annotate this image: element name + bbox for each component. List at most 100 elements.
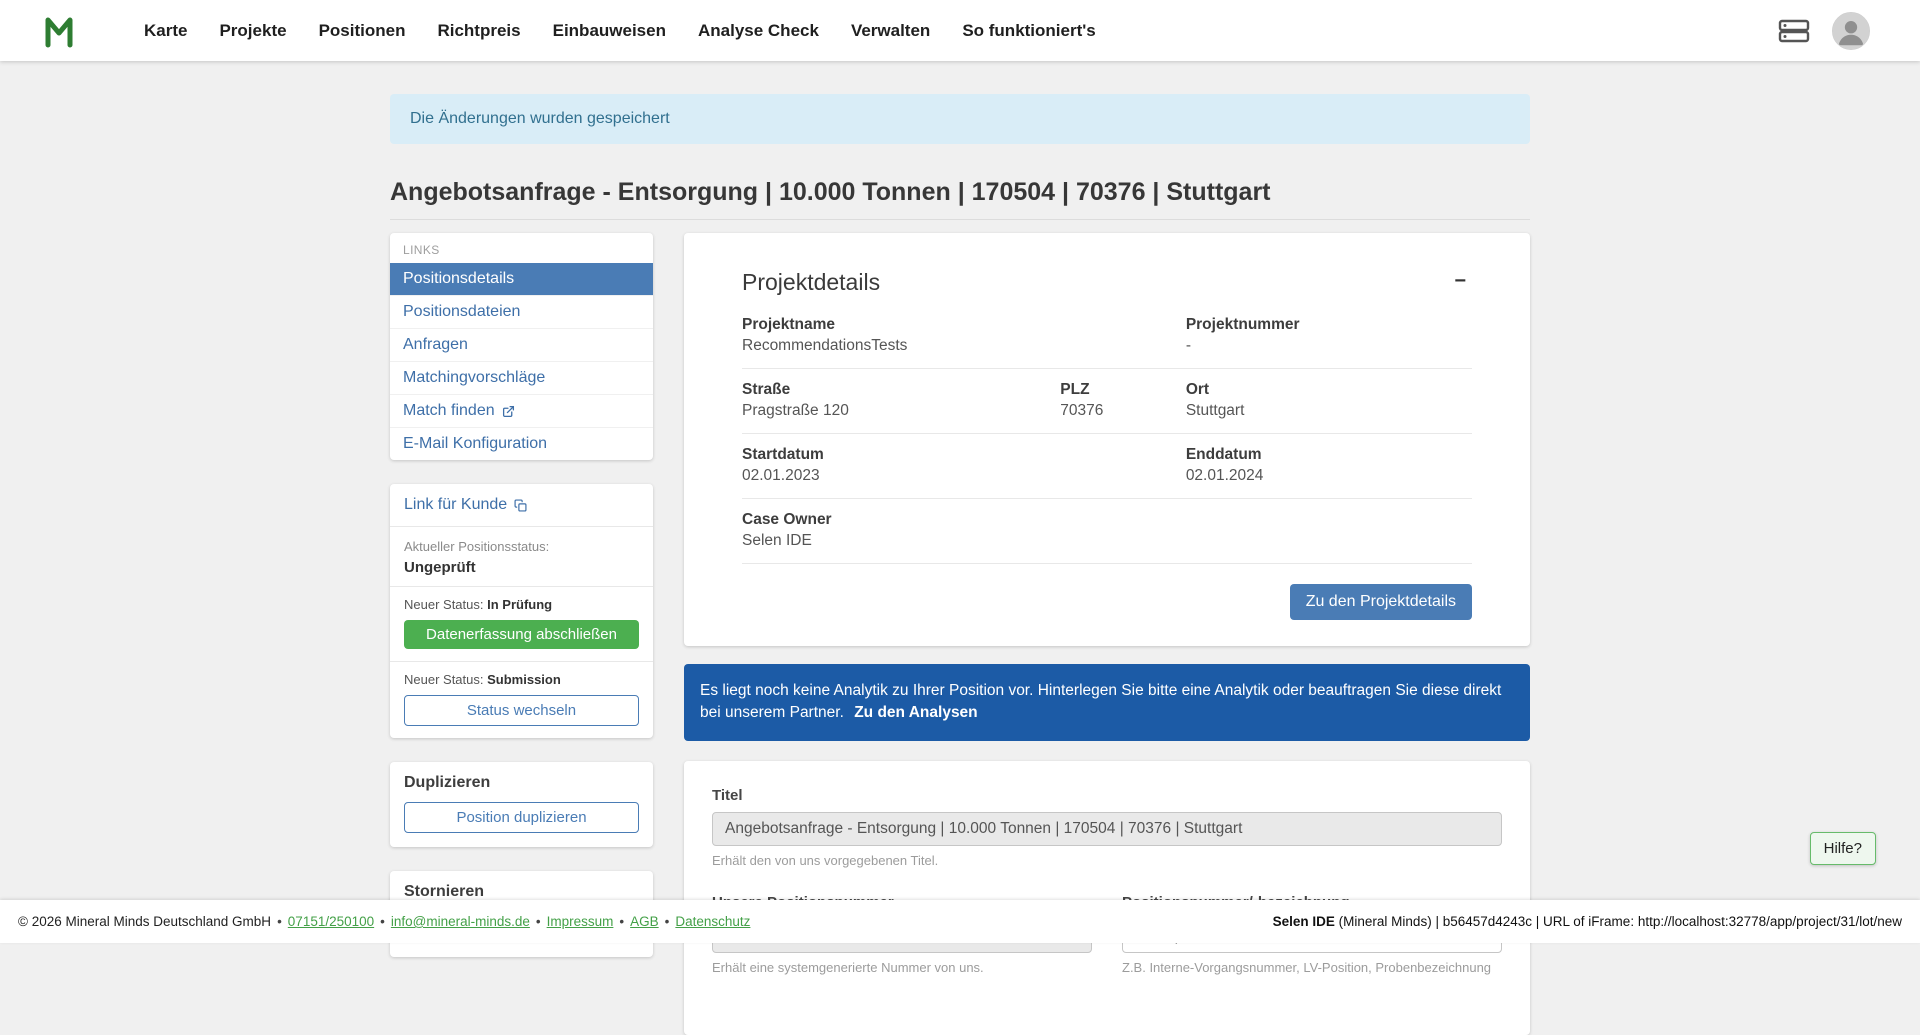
sidebar-item-matchingvorschlaege[interactable]: Matchingvorschläge bbox=[390, 361, 653, 394]
new-status-2-line: Neuer Status: Submission bbox=[404, 672, 639, 687]
startdatum-value: 02.01.2023 bbox=[742, 467, 1186, 485]
project-row-dates: Startdatum 02.01.2023 Enddatum 02.01.202… bbox=[742, 434, 1472, 499]
server-icon[interactable] bbox=[1778, 18, 1810, 44]
analytics-banner: Es liegt noch keine Analytik zu Ihrer Po… bbox=[684, 664, 1530, 741]
saved-alert-text: Die Änderungen wurden gespeichert bbox=[410, 110, 670, 127]
page-title: Angebotsanfrage - Entsorgung | 10.000 To… bbox=[390, 178, 1530, 207]
footer-email-link[interactable]: info@mineral-minds.de bbox=[391, 914, 530, 929]
new-status-prefix: Neuer Status: bbox=[404, 597, 484, 612]
sidebar-item-label: Matchingvorschläge bbox=[403, 369, 545, 387]
strasse-value: Pragstraße 120 bbox=[742, 402, 1060, 420]
current-status-label: Aktueller Positionsstatus: bbox=[404, 539, 639, 554]
new-status-prefix: Neuer Status: bbox=[404, 672, 484, 687]
current-status-block: Aktueller Positionsstatus: Ungeprüft bbox=[390, 527, 653, 587]
project-details-button[interactable]: Zu den Projektdetails bbox=[1290, 584, 1472, 620]
plz-label: PLZ bbox=[1060, 381, 1186, 399]
navbar-right bbox=[1778, 12, 1920, 50]
sidebar-item-positionsdateien[interactable]: Positionsdateien bbox=[390, 295, 653, 328]
projektname-label: Projektname bbox=[742, 316, 1186, 334]
nav-item-projekte[interactable]: Projekte bbox=[203, 13, 302, 49]
nav-item-so-funktionierts[interactable]: So funktioniert's bbox=[946, 13, 1111, 49]
switch-status-button[interactable]: Status wechseln bbox=[404, 695, 639, 726]
links-header: LINKS bbox=[390, 233, 653, 263]
current-status-value: Ungeprüft bbox=[404, 559, 639, 576]
footer-separator: • bbox=[536, 914, 541, 929]
user-avatar[interactable] bbox=[1832, 12, 1870, 50]
footer-separator: • bbox=[380, 914, 385, 929]
footer-impressum-link[interactable]: Impressum bbox=[547, 914, 614, 929]
project-details-card: Projektdetails − Projektname Recommendat… bbox=[684, 233, 1530, 646]
new-status-1-line: Neuer Status: In Prüfung bbox=[404, 597, 639, 612]
new-status-2-block: Neuer Status: Submission Status wechseln bbox=[390, 661, 653, 738]
footer-agb-link[interactable]: AGB bbox=[630, 914, 659, 929]
sidebar: LINKS Positionsdetails Positionsdateien … bbox=[390, 233, 653, 981]
footer-phone-link[interactable]: 07151/250100 bbox=[288, 914, 374, 929]
help-button[interactable]: Hilfe? bbox=[1810, 832, 1876, 865]
plz-value: 70376 bbox=[1060, 402, 1186, 420]
ort-value: Stuttgart bbox=[1186, 402, 1472, 420]
status-card: Link für Kunde Aktueller Positionsstatus… bbox=[390, 484, 653, 738]
duplicate-card: Duplizieren Position duplizieren bbox=[390, 762, 653, 847]
titel-help: Erhält den von uns vorgegebenen Titel. bbox=[712, 853, 1502, 868]
footer-separator: • bbox=[665, 914, 670, 929]
customer-link-label: Link für Kunde bbox=[404, 496, 507, 514]
new-status-1-value: In Prüfung bbox=[487, 597, 552, 612]
projektname-value: RecommendationsTests bbox=[742, 337, 1186, 355]
title-divider bbox=[390, 219, 1530, 220]
project-row-owner: Case Owner Selen IDE bbox=[742, 499, 1472, 564]
footer-session-info: Selen IDE (Mineral Minds) | b56457d4243c… bbox=[1273, 914, 1902, 929]
new-status-2-value: Submission bbox=[487, 672, 561, 687]
projektnummer-label: Projektnummer bbox=[1186, 316, 1472, 334]
sidebar-item-label: Positionsdateien bbox=[403, 303, 520, 321]
footer-copyright: © 2026 Mineral Minds Deutschland GmbH bbox=[18, 914, 271, 929]
sidebar-item-positionsdetails[interactable]: Positionsdetails bbox=[390, 263, 653, 295]
external-link-icon bbox=[502, 405, 515, 418]
footer-datenschutz-link[interactable]: Datenschutz bbox=[675, 914, 750, 929]
strasse-label: Straße bbox=[742, 381, 1060, 399]
project-row-address: Straße Pragstraße 120 PLZ 70376 Ort Stut… bbox=[742, 369, 1472, 434]
brand-logo[interactable] bbox=[44, 13, 86, 49]
positionsbezeichnung-help: Z.B. Interne-Vorgangsnummer, LV-Position… bbox=[1122, 960, 1502, 975]
footer-session-details: (Mineral Minds) | b56457d4243c | URL of … bbox=[1339, 914, 1902, 929]
sidebar-item-label: Positionsdetails bbox=[403, 270, 514, 288]
position-form-card: Titel Erhält den von uns vorgegebenen Ti… bbox=[684, 761, 1530, 1035]
links-card: LINKS Positionsdetails Positionsdateien … bbox=[390, 233, 653, 460]
main-nav: Karte Projekte Positionen Richtpreis Ein… bbox=[128, 13, 1112, 49]
footer: © 2026 Mineral Minds Deutschland GmbH • … bbox=[0, 900, 1920, 943]
saved-alert: Die Änderungen wurden gespeichert bbox=[390, 94, 1530, 144]
collapse-icon[interactable]: − bbox=[1448, 269, 1472, 293]
projektnummer-value: - bbox=[1186, 337, 1472, 355]
project-row-name: Projektname RecommendationsTests Projekt… bbox=[742, 312, 1472, 369]
copy-icon bbox=[514, 499, 527, 512]
nav-item-positionen[interactable]: Positionen bbox=[303, 13, 422, 49]
sidebar-item-match-finden[interactable]: Match finden bbox=[390, 394, 653, 427]
enddatum-label: Enddatum bbox=[1186, 446, 1472, 464]
top-navbar: Karte Projekte Positionen Richtpreis Ein… bbox=[0, 0, 1920, 61]
nav-item-einbauweisen[interactable]: Einbauweisen bbox=[537, 13, 682, 49]
titel-label: Titel bbox=[712, 787, 1502, 804]
sidebar-item-label: E-Mail Konfiguration bbox=[403, 435, 547, 453]
cancel-header: Stornieren bbox=[404, 883, 639, 901]
sidebar-item-email-konfiguration[interactable]: E-Mail Konfiguration bbox=[390, 427, 653, 460]
sidebar-item-label: Anfragen bbox=[403, 336, 468, 354]
case-owner-label: Case Owner bbox=[742, 511, 1472, 529]
unsere-positionsnummer-help: Erhält eine systemgenerierte Nummer von … bbox=[712, 960, 1092, 975]
ort-label: Ort bbox=[1186, 381, 1472, 399]
enddatum-value: 02.01.2024 bbox=[1186, 467, 1472, 485]
nav-item-verwalten[interactable]: Verwalten bbox=[835, 13, 946, 49]
footer-left: © 2026 Mineral Minds Deutschland GmbH • … bbox=[18, 914, 750, 929]
customer-link[interactable]: Link für Kunde bbox=[390, 484, 653, 527]
case-owner-value: Selen IDE bbox=[742, 532, 1472, 550]
nav-item-richtpreis[interactable]: Richtpreis bbox=[421, 13, 536, 49]
analytics-banner-link[interactable]: Zu den Analysen bbox=[854, 704, 977, 721]
analytics-banner-text: Es liegt noch keine Analytik zu Ihrer Po… bbox=[700, 682, 1501, 721]
duplicate-position-button[interactable]: Position duplizieren bbox=[404, 802, 639, 833]
footer-separator: • bbox=[277, 914, 282, 929]
duplicate-header: Duplizieren bbox=[404, 774, 639, 792]
nav-item-karte[interactable]: Karte bbox=[128, 13, 203, 49]
nav-item-analyse-check[interactable]: Analyse Check bbox=[682, 13, 835, 49]
startdatum-label: Startdatum bbox=[742, 446, 1186, 464]
footer-separator: • bbox=[619, 914, 624, 929]
complete-data-entry-button[interactable]: Datenerfassung abschließen bbox=[404, 620, 639, 649]
sidebar-item-anfragen[interactable]: Anfragen bbox=[390, 328, 653, 361]
